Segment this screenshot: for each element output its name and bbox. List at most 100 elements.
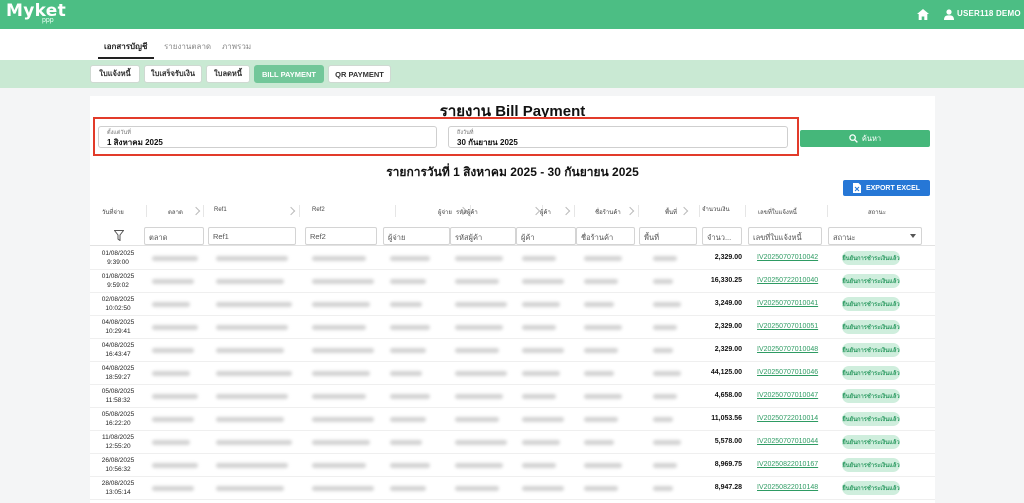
user-name[interactable]: USER118 DEMO — [957, 9, 1021, 18]
status-badge: ยืนยันการชำระเงินแล้ว — [842, 274, 900, 288]
amount-cell: 2,329.00 — [714, 323, 742, 330]
redacted-cell — [152, 325, 198, 330]
invoice-link[interactable]: IV20250722010014 — [757, 415, 818, 422]
header-vendor-code[interactable]: รหัสผู้ค้า — [456, 207, 478, 217]
redacted-cell — [152, 302, 190, 307]
amount-cell: 8,969.75 — [714, 461, 742, 468]
bill-payment-button[interactable]: BILL PAYMENT — [254, 65, 324, 83]
redacted-cell — [455, 440, 507, 445]
column-resize-icon[interactable] — [625, 206, 635, 216]
vendor-filter-input[interactable]: ผู้ค้า — [516, 227, 576, 245]
invoice-link[interactable]: IV20250707010044 — [757, 438, 818, 445]
redacted-cell — [522, 371, 560, 376]
column-resize-icon[interactable] — [286, 206, 296, 216]
amount-cell: 11,053.56 — [711, 415, 742, 422]
tab-market-report[interactable]: รายงานตลาด — [164, 40, 211, 53]
invoice-link[interactable]: IV20250707010046 — [757, 369, 818, 376]
redacted-cell — [522, 440, 560, 445]
header-area[interactable]: พื้นที่ — [665, 207, 677, 217]
table-row[interactable]: 04/08/2025 10:29:41 2,329.00 IV202507070100… — [90, 316, 935, 339]
column-resize-icon[interactable] — [191, 206, 201, 216]
vendor-code-filter-input[interactable]: รหัสผู้ค้า — [450, 227, 516, 245]
invoice-link[interactable]: IV20250822010167 — [757, 461, 818, 468]
status-badge: ยืนยันการชำระเงินแล้ว — [842, 458, 900, 472]
payer-filter-input[interactable]: ผู้จ่าย — [383, 227, 450, 245]
credit-note-button[interactable]: ใบลดหนี้ — [206, 65, 250, 83]
table-row[interactable]: 02/08/2025 10:02:50 3,249.00 IV202507070100… — [90, 293, 935, 316]
table-row[interactable]: 04/08/2025 18:59:27 44,125.00 IV20250707010… — [90, 362, 935, 385]
amount-cell: 2,329.00 — [714, 254, 742, 261]
header-vendor[interactable]: ผู้ค้า — [540, 207, 551, 217]
payment-date: 26/08/2025 — [101, 457, 135, 464]
status-filter-value: สถานะ — [833, 233, 856, 242]
invoice-link[interactable]: IV20250707010042 — [757, 254, 818, 261]
redacted-cell — [312, 348, 374, 353]
table-row[interactable]: 26/08/2025 10:56:32 8,969.75 IV202508220101… — [90, 454, 935, 477]
logo[interactable]: Myket — [6, 1, 66, 21]
status-badge: ยืนยันการชำระเงินแล้ว — [842, 343, 900, 357]
header-status[interactable]: สถานะ — [868, 207, 886, 217]
header-market[interactable]: ตลาด — [168, 207, 183, 217]
redacted-cell — [522, 279, 564, 284]
column-divider — [395, 205, 396, 217]
payment-date: 01/08/2025 — [101, 250, 135, 257]
redacted-cell — [152, 440, 190, 445]
invoice-link[interactable]: IV20250822010148 — [757, 484, 818, 491]
amount-filter-input[interactable]: จำนว... — [702, 227, 742, 245]
redacted-cell — [216, 348, 284, 353]
redacted-cell — [455, 256, 503, 261]
status-badge: ยืนยันการชำระเงินแล้ว — [842, 481, 900, 495]
table-row[interactable]: 05/08/2025 11:58:32 4,658.00 IV202507070100… — [90, 385, 935, 408]
payment-time: 9:39:00 — [107, 259, 129, 266]
table-row[interactable]: 28/08/2025 13:05:14 8,947.28 IV202508220101… — [90, 477, 935, 500]
tab-accounting-documents[interactable]: เอกสารบัญชี — [104, 40, 147, 53]
invoice-link[interactable]: IV20250707010041 — [757, 300, 818, 307]
header-amount[interactable]: จำนวนเงิน — [702, 204, 730, 214]
shop-name-filter-input[interactable]: ชื่อร้านค้า — [576, 227, 635, 245]
invoice-link[interactable]: IV20250722010040 — [757, 277, 818, 284]
header-payer[interactable]: ผู้จ่าย — [438, 207, 452, 217]
user-icon[interactable] — [944, 9, 954, 20]
ref2-filter-input[interactable]: Ref2 — [305, 227, 377, 245]
market-filter-input[interactable]: ตลาด — [144, 227, 204, 245]
header-ref2[interactable]: Ref2 — [312, 207, 325, 213]
area-filter-input[interactable]: พื้นที่ — [639, 227, 697, 245]
redacted-cell — [390, 348, 426, 353]
header-shop-name[interactable]: ชื่อร้านค้า — [595, 207, 621, 217]
tab-overview[interactable]: ภาพรวม — [222, 40, 251, 53]
column-resize-icon[interactable] — [679, 206, 689, 216]
redacted-cell — [653, 325, 677, 330]
home-icon[interactable] — [917, 9, 929, 20]
table-row[interactable]: 01/08/2025 9:59:02 16,330.25 IV202507220100… — [90, 270, 935, 293]
payment-time: 10:29:41 — [105, 328, 131, 335]
payment-datetime: 05/08/2025 11:58:32 — [90, 387, 146, 405]
export-excel-button[interactable]: EXPORT EXCEL — [843, 180, 930, 196]
table-row[interactable]: 04/08/2025 16:43:47 2,329.00 IV202507070100… — [90, 339, 935, 362]
invoice-link[interactable]: IV20250707010051 — [757, 323, 818, 330]
table-header: วันที่จ่าย ตลาด Ref1 Ref2 ผู้จ่าย รหัสผู… — [90, 201, 935, 246]
qr-payment-button[interactable]: QR PAYMENT — [328, 65, 391, 83]
column-resize-icon[interactable] — [531, 206, 541, 216]
status-filter-select[interactable]: สถานะ — [828, 227, 922, 245]
ref1-filter-input[interactable]: Ref1 — [208, 227, 296, 245]
table-row[interactable]: 11/08/2025 12:55:20 5,578.00 IV202507070100… — [90, 431, 935, 454]
payment-time: 11:58:32 — [105, 397, 131, 404]
funnel-icon[interactable] — [114, 230, 124, 241]
header-invoice-number[interactable]: เลขที่ใบแจ้งหนี้ — [758, 207, 797, 217]
invoice-button[interactable]: ใบแจ้งหนี้ — [90, 65, 140, 83]
receipt-button[interactable]: ใบเสร็จรับเงิน — [144, 65, 202, 83]
table-row[interactable]: 01/08/2025 9:39:00 2,329.00 IV2025070701004… — [90, 247, 935, 270]
redacted-cell — [216, 302, 292, 307]
invoice-link[interactable]: IV20250707010048 — [757, 346, 818, 353]
redacted-cell — [653, 417, 673, 422]
redacted-cell — [653, 440, 681, 445]
header-ref1[interactable]: Ref1 — [214, 207, 227, 213]
invoice-filter-input[interactable]: เลขที่ใบแจ้งหนี้ — [748, 227, 822, 245]
invoice-link[interactable]: IV20250707010047 — [757, 392, 818, 399]
search-button[interactable]: ค้นหา — [800, 130, 930, 147]
table-row[interactable]: 05/08/2025 16:22:20 11,053.56 IV20250722010… — [90, 408, 935, 431]
redacted-cell — [152, 394, 198, 399]
payment-date: 04/08/2025 — [101, 365, 135, 372]
column-resize-icon[interactable] — [561, 206, 571, 216]
header-payment-date[interactable]: วันที่จ่าย — [102, 207, 124, 217]
